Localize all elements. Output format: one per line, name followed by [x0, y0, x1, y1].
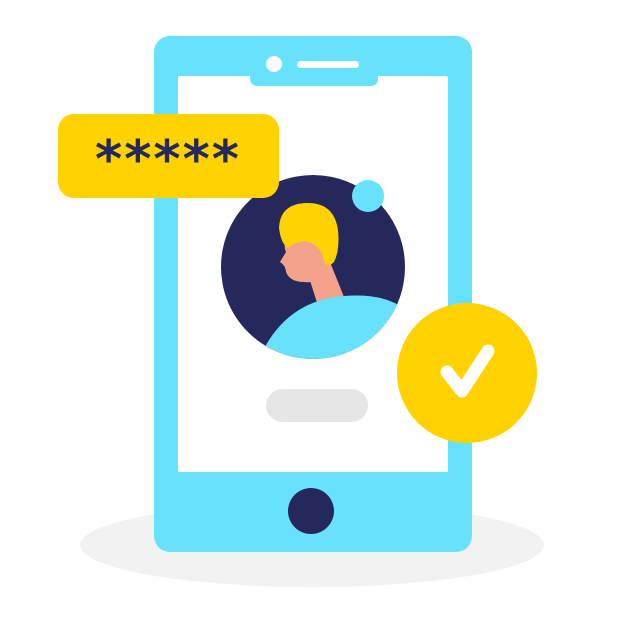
username-placeholder-bar	[266, 389, 368, 422]
status-dot-icon	[352, 180, 384, 212]
password-bubble: *****	[58, 114, 279, 198]
password-mask-text: *****	[95, 130, 241, 190]
camera-icon	[266, 56, 282, 72]
avatar-ear	[313, 251, 323, 265]
phone-notch	[250, 70, 378, 86]
check-badge	[397, 303, 537, 443]
speaker-icon	[297, 61, 359, 68]
illustration-canvas: *****	[58, 36, 544, 587]
home-button-icon	[288, 488, 334, 534]
login-illustration: *****	[0, 0, 624, 624]
